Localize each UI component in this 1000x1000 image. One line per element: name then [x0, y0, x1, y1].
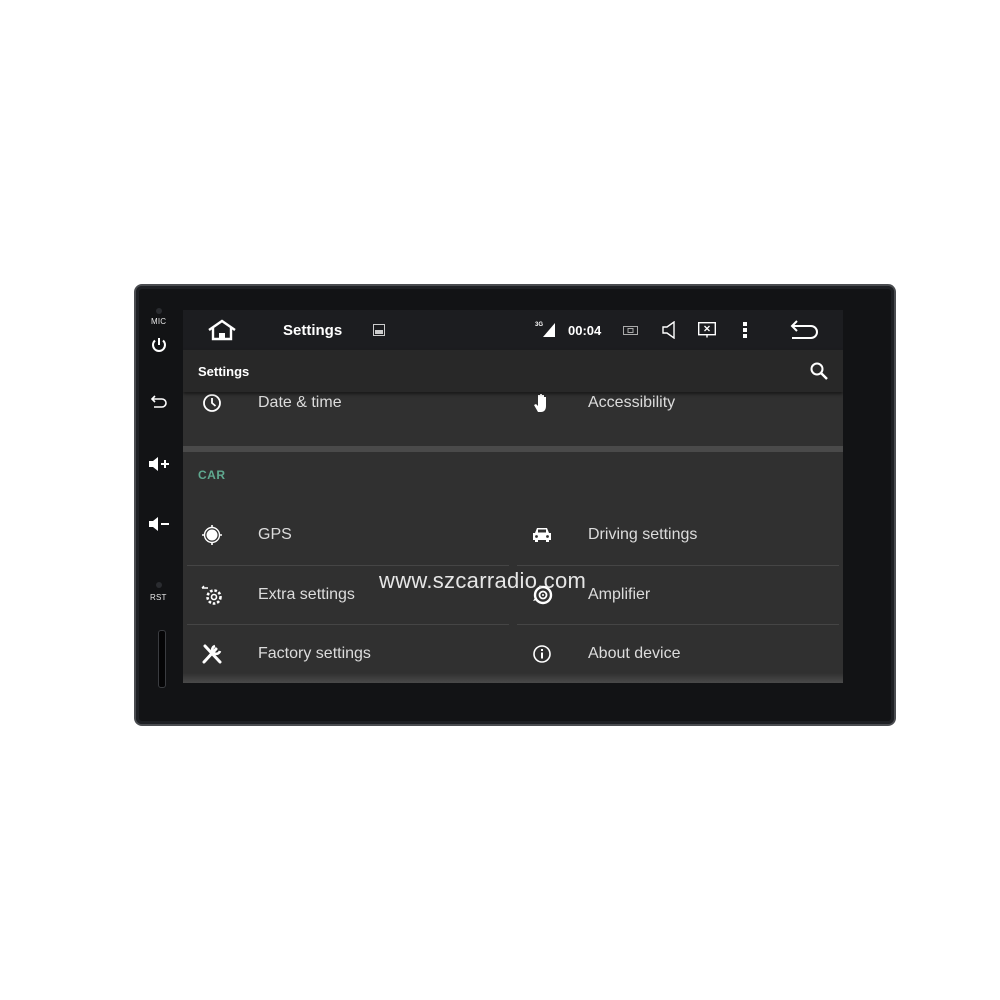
volume-down-icon	[149, 517, 169, 531]
clock-icon	[201, 392, 223, 414]
power-icon	[152, 338, 166, 352]
back-button[interactable]	[148, 391, 170, 413]
volume-button[interactable]	[662, 310, 676, 350]
list-item-label: Extra settings	[258, 586, 355, 603]
watermark: www.szcarradio.com	[379, 568, 587, 593]
list-bottom-edge	[183, 673, 843, 683]
mic-hole	[156, 308, 162, 314]
more-options-button[interactable]	[743, 310, 747, 350]
statusbar-title: Settings	[283, 321, 343, 339]
tools-icon	[201, 643, 223, 665]
network-indicator: 3G	[535, 310, 556, 350]
more-vert-icon	[743, 322, 747, 338]
image-notification[interactable]	[373, 310, 385, 350]
mic-label: MIC	[151, 317, 167, 326]
back-icon	[790, 320, 818, 339]
list-item-label: Amplifier	[588, 586, 651, 603]
gps-icon	[201, 524, 223, 546]
list-item-label: Driving settings	[588, 526, 698, 543]
search-icon	[810, 362, 828, 380]
status-bar: Settings 3G 00:04	[183, 310, 843, 350]
volume-up-button[interactable]	[148, 453, 170, 475]
sd-card-slot	[158, 630, 166, 688]
list-item-label: GPS	[258, 526, 292, 543]
camera-button[interactable]	[623, 310, 638, 350]
power-button[interactable]	[148, 334, 170, 356]
volume-up-icon	[149, 457, 169, 471]
rst-label: RST	[150, 593, 167, 602]
back-nav-button[interactable]	[789, 310, 819, 350]
extra-settings-icon	[201, 584, 223, 606]
volume-down-button[interactable]	[148, 513, 170, 535]
info-icon	[531, 643, 553, 665]
back-arrow-icon	[150, 395, 167, 408]
screen-off-button[interactable]	[698, 310, 716, 350]
car-icon	[531, 524, 553, 546]
network-label: 3G	[535, 322, 544, 328]
home-button[interactable]	[207, 310, 237, 350]
speaker-icon	[662, 321, 675, 339]
clock-time: 00:04	[568, 322, 602, 338]
section-header-car: CAR	[198, 468, 226, 482]
home-icon	[208, 319, 236, 341]
screen-off-icon	[698, 322, 716, 338]
list-item-label: Accessibility	[588, 394, 676, 411]
signal-icon	[543, 323, 556, 337]
list-item-label: Date & time	[258, 394, 342, 411]
section-divider	[183, 446, 843, 452]
page-title: Settings	[198, 364, 250, 379]
list-item-label: About device	[588, 645, 681, 662]
hand-icon	[531, 392, 553, 414]
list-item-gps[interactable]: GPS	[183, 506, 513, 564]
image-icon	[373, 324, 385, 336]
search-button[interactable]	[809, 361, 829, 381]
camera-icon	[623, 326, 638, 335]
list-item-label: Factory settings	[258, 645, 371, 662]
app-bar: Settings	[183, 350, 843, 392]
settings-list: Date & time Accessibility CAR www.szcarr…	[183, 392, 843, 683]
screen: Settings 3G 00:04 Settings Date & time A…	[183, 310, 843, 683]
list-item-driving-settings[interactable]: Driving settings	[513, 506, 843, 564]
reset-hole[interactable]	[156, 582, 162, 588]
